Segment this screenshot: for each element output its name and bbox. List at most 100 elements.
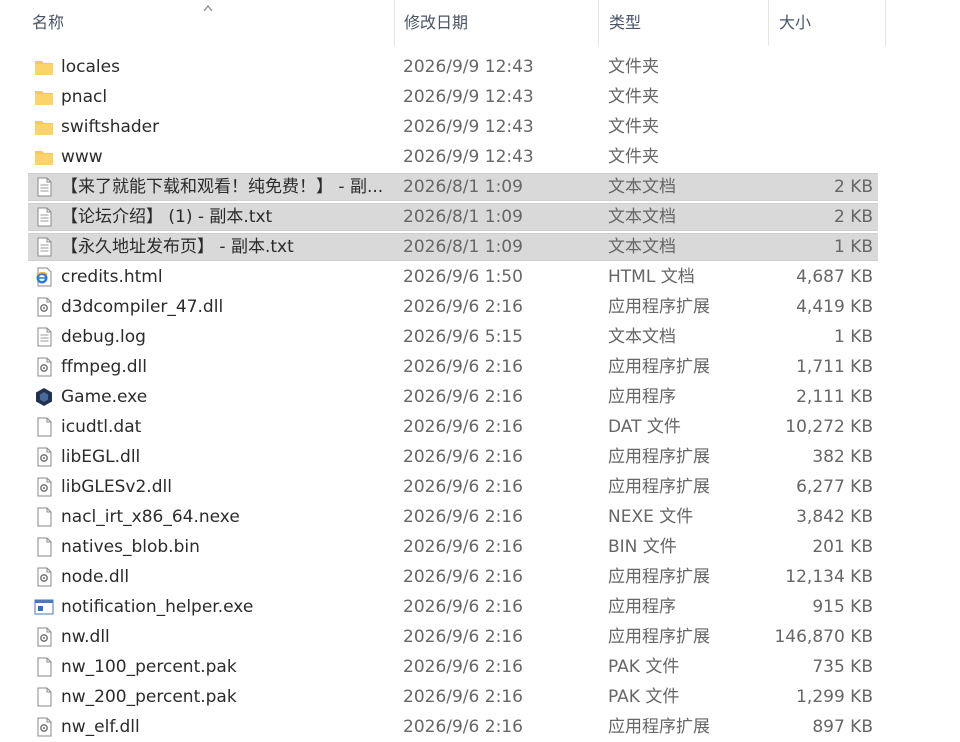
file-name: nw_200_percent.pak — [61, 687, 237, 707]
file-modified-date: 2026/9/9 12:43 — [403, 117, 534, 137]
file-name: nacl_irt_x86_64.nexe — [61, 507, 240, 527]
file-size: 4,687 KB — [796, 267, 873, 287]
file-name: nw.dll — [61, 627, 110, 647]
file-name: pnacl — [61, 87, 108, 107]
file-row[interactable]: swiftshader 2026/9/9 12:43 文件夹 — [0, 112, 960, 142]
file-name: notification_helper.exe — [61, 597, 254, 617]
file-type: 应用程序扩展 — [608, 447, 710, 467]
file-type: 应用程序 — [608, 387, 676, 407]
file-modified-date: 2026/9/6 2:16 — [403, 627, 523, 647]
file-size: 1,711 KB — [796, 357, 873, 377]
file-type: 文件夹 — [608, 87, 659, 107]
file-row[interactable]: natives_blob.bin 2026/9/6 2:16 BIN 文件 201 K… — [0, 532, 960, 562]
file-row[interactable]: 【论坛介绍】 (1) - 副本.txt 2026/8/1 1:09 文本文档 2 KB — [0, 202, 960, 232]
file-row[interactable]: 【永久地址发布页】 - 副本.txt 2026/8/1 1:09 文本文档 1 KB — [0, 232, 960, 262]
file-type: PAK 文件 — [608, 657, 680, 677]
exe-window-icon — [34, 597, 54, 617]
file-name: ffmpeg.dll — [61, 357, 147, 377]
file-type: 应用程序扩展 — [608, 297, 710, 317]
file-row[interactable]: pnacl 2026/9/9 12:43 文件夹 — [0, 82, 960, 112]
file-row[interactable]: libGLESv2.dll 2026/9/6 2:16 应用程序扩展 6,277 KB — [0, 472, 960, 502]
column-divider[interactable] — [598, 0, 599, 46]
file-name: Game.exe — [61, 387, 148, 407]
file-row[interactable]: debug.log 2026/9/6 5:15 文本文档 1 KB — [0, 322, 960, 352]
file-size — [760, 52, 873, 82]
file-size: 2 KB — [833, 177, 873, 197]
file-row[interactable]: www 2026/9/9 12:43 文件夹 — [0, 142, 960, 172]
column-header-size[interactable]: 大小 — [779, 0, 811, 46]
file-modified-date: 2026/8/1 1:09 — [403, 177, 523, 197]
file-type: 文件夹 — [608, 117, 659, 137]
blank-file-icon — [34, 537, 54, 557]
file-size: 1 KB — [833, 237, 873, 257]
file-modified-date: 2026/9/6 2:16 — [403, 387, 523, 407]
text-file-icon — [34, 207, 54, 227]
folder-icon — [34, 87, 54, 107]
column-header-date[interactable]: 修改日期 — [404, 0, 468, 46]
file-row[interactable]: d3dcompiler_47.dll 2026/9/6 2:16 应用程序扩展 4,4… — [0, 292, 960, 322]
file-type: 文本文档 — [608, 327, 676, 347]
file-size: 735 KB — [812, 657, 873, 677]
file-row[interactable]: nw_100_percent.pak 2026/9/6 2:16 PAK 文件 735… — [0, 652, 960, 682]
text-file-icon — [34, 177, 54, 197]
column-header-name[interactable]: 名称 — [32, 0, 64, 46]
file-size: 12,134 KB — [785, 567, 873, 587]
file-row[interactable]: libEGL.dll 2026/9/6 2:16 应用程序扩展 382 KB — [0, 442, 960, 472]
file-size — [760, 112, 873, 142]
column-header-bar: 名称 修改日期 类型 大小 — [0, 0, 960, 46]
text-file-icon — [34, 327, 54, 347]
file-size: 10,272 KB — [785, 417, 873, 437]
file-modified-date: 2026/9/6 2:16 — [403, 687, 523, 707]
file-size: 382 KB — [812, 447, 873, 467]
file-size — [760, 142, 873, 172]
file-size: 1,299 KB — [796, 687, 873, 707]
file-size: 1 KB — [833, 327, 873, 347]
file-row[interactable]: notification_helper.exe 2026/9/6 2:16 应用程序… — [0, 592, 960, 622]
file-modified-date: 2026/9/6 2:16 — [403, 567, 523, 587]
column-divider[interactable] — [885, 0, 886, 46]
file-type: NEXE 文件 — [608, 507, 694, 527]
file-row[interactable]: locales 2026/9/9 12:43 文件夹 — [0, 52, 960, 82]
file-size: 897 KB — [812, 717, 873, 737]
file-row[interactable]: node.dll 2026/9/6 2:16 应用程序扩展 12,134 KB — [0, 562, 960, 592]
file-name: nw_100_percent.pak — [61, 657, 237, 677]
folder-icon — [34, 57, 54, 77]
column-divider[interactable] — [394, 0, 395, 46]
file-size: 146,870 KB — [774, 627, 873, 647]
file-row[interactable]: credits.html 2026/9/6 1:50 HTML 文档 4,687 KB — [0, 262, 960, 292]
file-row[interactable]: Game.exe 2026/9/6 2:16 应用程序 2,111 KB — [0, 382, 960, 412]
file-row[interactable]: 【来了就能下载和观看！纯免费！】 - 副... 2026/8/1 1:09 文本文档… — [0, 172, 960, 202]
file-row[interactable]: ffmpeg.dll 2026/9/6 2:16 应用程序扩展 1,711 KB — [0, 352, 960, 382]
file-type: 应用程序 — [608, 597, 676, 617]
file-row[interactable]: nw.dll 2026/9/6 2:16 应用程序扩展 146,870 KB — [0, 622, 960, 652]
file-size: 6,277 KB — [796, 477, 873, 497]
file-row[interactable]: nw_elf.dll 2026/9/6 2:16 应用程序扩展 897 KB — [0, 712, 960, 742]
file-name: libGLESv2.dll — [61, 477, 172, 497]
file-name: natives_blob.bin — [61, 537, 200, 557]
file-type: 文本文档 — [608, 207, 676, 227]
text-file-icon — [34, 237, 54, 257]
html-file-icon — [34, 267, 54, 287]
folder-icon — [34, 117, 54, 137]
file-size: 2,111 KB — [796, 387, 873, 407]
file-modified-date: 2026/8/1 1:09 — [403, 237, 523, 257]
file-modified-date: 2026/9/9 12:43 — [403, 147, 534, 167]
column-header-type[interactable]: 类型 — [609, 0, 641, 46]
file-type: 应用程序扩展 — [608, 477, 710, 497]
file-modified-date: 2026/9/6 2:16 — [403, 357, 523, 377]
dll-file-icon — [34, 447, 54, 467]
file-row[interactable]: icudtl.dat 2026/9/6 2:16 DAT 文件 10,272 KB — [0, 412, 960, 442]
file-row[interactable]: nacl_irt_x86_64.nexe 2026/9/6 2:16 NEXE 文件… — [0, 502, 960, 532]
file-name: debug.log — [61, 327, 146, 347]
file-type: 文件夹 — [608, 147, 659, 167]
file-name: 【来了就能下载和观看！纯免费！】 - 副... — [61, 177, 384, 197]
file-name: 【论坛介绍】 (1) - 副本.txt — [61, 207, 273, 227]
file-size: 2 KB — [833, 207, 873, 227]
dll-file-icon — [34, 627, 54, 647]
sort-ascending-icon — [203, 5, 213, 12]
file-size — [760, 82, 873, 112]
file-type: HTML 文档 — [608, 267, 695, 287]
column-divider[interactable] — [768, 0, 769, 46]
file-row[interactable]: nw_200_percent.pak 2026/9/6 2:16 PAK 文件 1,2… — [0, 682, 960, 712]
file-modified-date: 2026/9/9 12:43 — [403, 87, 534, 107]
